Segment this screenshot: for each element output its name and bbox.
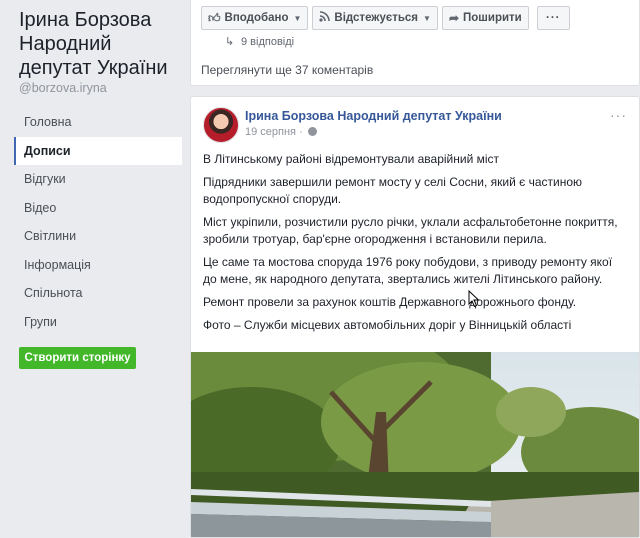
following-button[interactable]: Відстежується ▼ xyxy=(312,6,438,30)
caret-down-icon: ▼ xyxy=(293,13,302,23)
liked-button[interactable]: 👍︎ Вподобано ▼ xyxy=(201,6,309,30)
view-more-comments-link[interactable]: Переглянути ще 37 коментарів xyxy=(201,63,373,77)
reply-arrow-icon: ↳ xyxy=(225,36,235,48)
post-body: В Літинському районі відремонтували авар… xyxy=(203,151,628,340)
page-actions-card: 👍︎ Вподобано ▼ Відстежується ▼ ➦ Поширит… xyxy=(190,0,640,86)
thumbs-up-icon: 👍︎ xyxy=(208,10,221,25)
mouse-cursor-icon xyxy=(468,290,480,308)
following-label: Відстежується xyxy=(334,12,419,24)
share-label: Поширити xyxy=(463,12,522,24)
liked-label: Вподобано xyxy=(224,12,289,24)
globe-icon xyxy=(307,127,317,136)
post-paragraph: Ремонт провели за рахунок коштів Державн… xyxy=(203,295,577,309)
post-photo[interactable] xyxy=(191,352,639,537)
post-author[interactable]: Ірина Борзова Народний депутат України xyxy=(245,109,502,123)
page-handle[interactable]: @borzova.iryna xyxy=(19,81,107,95)
share-button[interactable]: ➦ Поширити xyxy=(441,6,529,30)
post-options-button[interactable]: ··· xyxy=(610,107,627,123)
post-paragraph: Це саме та мостова споруда 1976 року поб… xyxy=(203,255,613,286)
nav-item-videos[interactable]: Відео xyxy=(14,194,182,223)
post-date[interactable]: 19 серпня · xyxy=(245,126,317,138)
page-title[interactable]: Ірина Борзова Народний депутат України xyxy=(19,8,189,80)
nav-item-groups[interactable]: Групи xyxy=(14,308,182,337)
nav-item-posts[interactable]: Дописи xyxy=(14,136,182,165)
post-paragraph: Підрядники завершили ремонт мосту у селі… xyxy=(203,175,583,206)
nav-item-home[interactable]: Головна xyxy=(14,108,182,137)
post-paragraph: Міст укріпили, розчистили русло річки, у… xyxy=(203,215,618,246)
create-page-button[interactable]: Створити сторінку xyxy=(19,347,136,369)
page-nav: Головна Дописи Відгуки Відео Світлини Ін… xyxy=(14,108,182,336)
page-sidebar: Ірина Борзова Народний депутат України @… xyxy=(0,0,182,531)
page-action-bar: 👍︎ Вподобано ▼ Відстежується ▼ ➦ Поширит… xyxy=(201,6,574,32)
post-paragraph: В Літинському районі відремонтували авар… xyxy=(203,152,500,166)
replies-link[interactable]: 9 відповіді xyxy=(241,36,294,48)
nav-item-about[interactable]: Інформація xyxy=(14,251,182,280)
rss-icon xyxy=(319,11,331,25)
post-paragraph: Фото – Служби місцевих автомобільних дор… xyxy=(203,318,572,332)
post-date-text: 19 серпня · xyxy=(245,126,303,138)
caret-down-icon: ▼ xyxy=(423,13,431,23)
avatar[interactable] xyxy=(203,107,239,143)
more-options-button[interactable]: ··· xyxy=(536,6,570,30)
nav-item-photos[interactable]: Світлини xyxy=(14,222,182,251)
nav-item-community[interactable]: Спільнота xyxy=(14,279,182,308)
nav-item-reviews[interactable]: Відгуки xyxy=(14,165,182,194)
post-card: Ірина Борзова Народний депутат України 1… xyxy=(190,96,640,538)
share-icon: ➦ xyxy=(448,11,460,25)
